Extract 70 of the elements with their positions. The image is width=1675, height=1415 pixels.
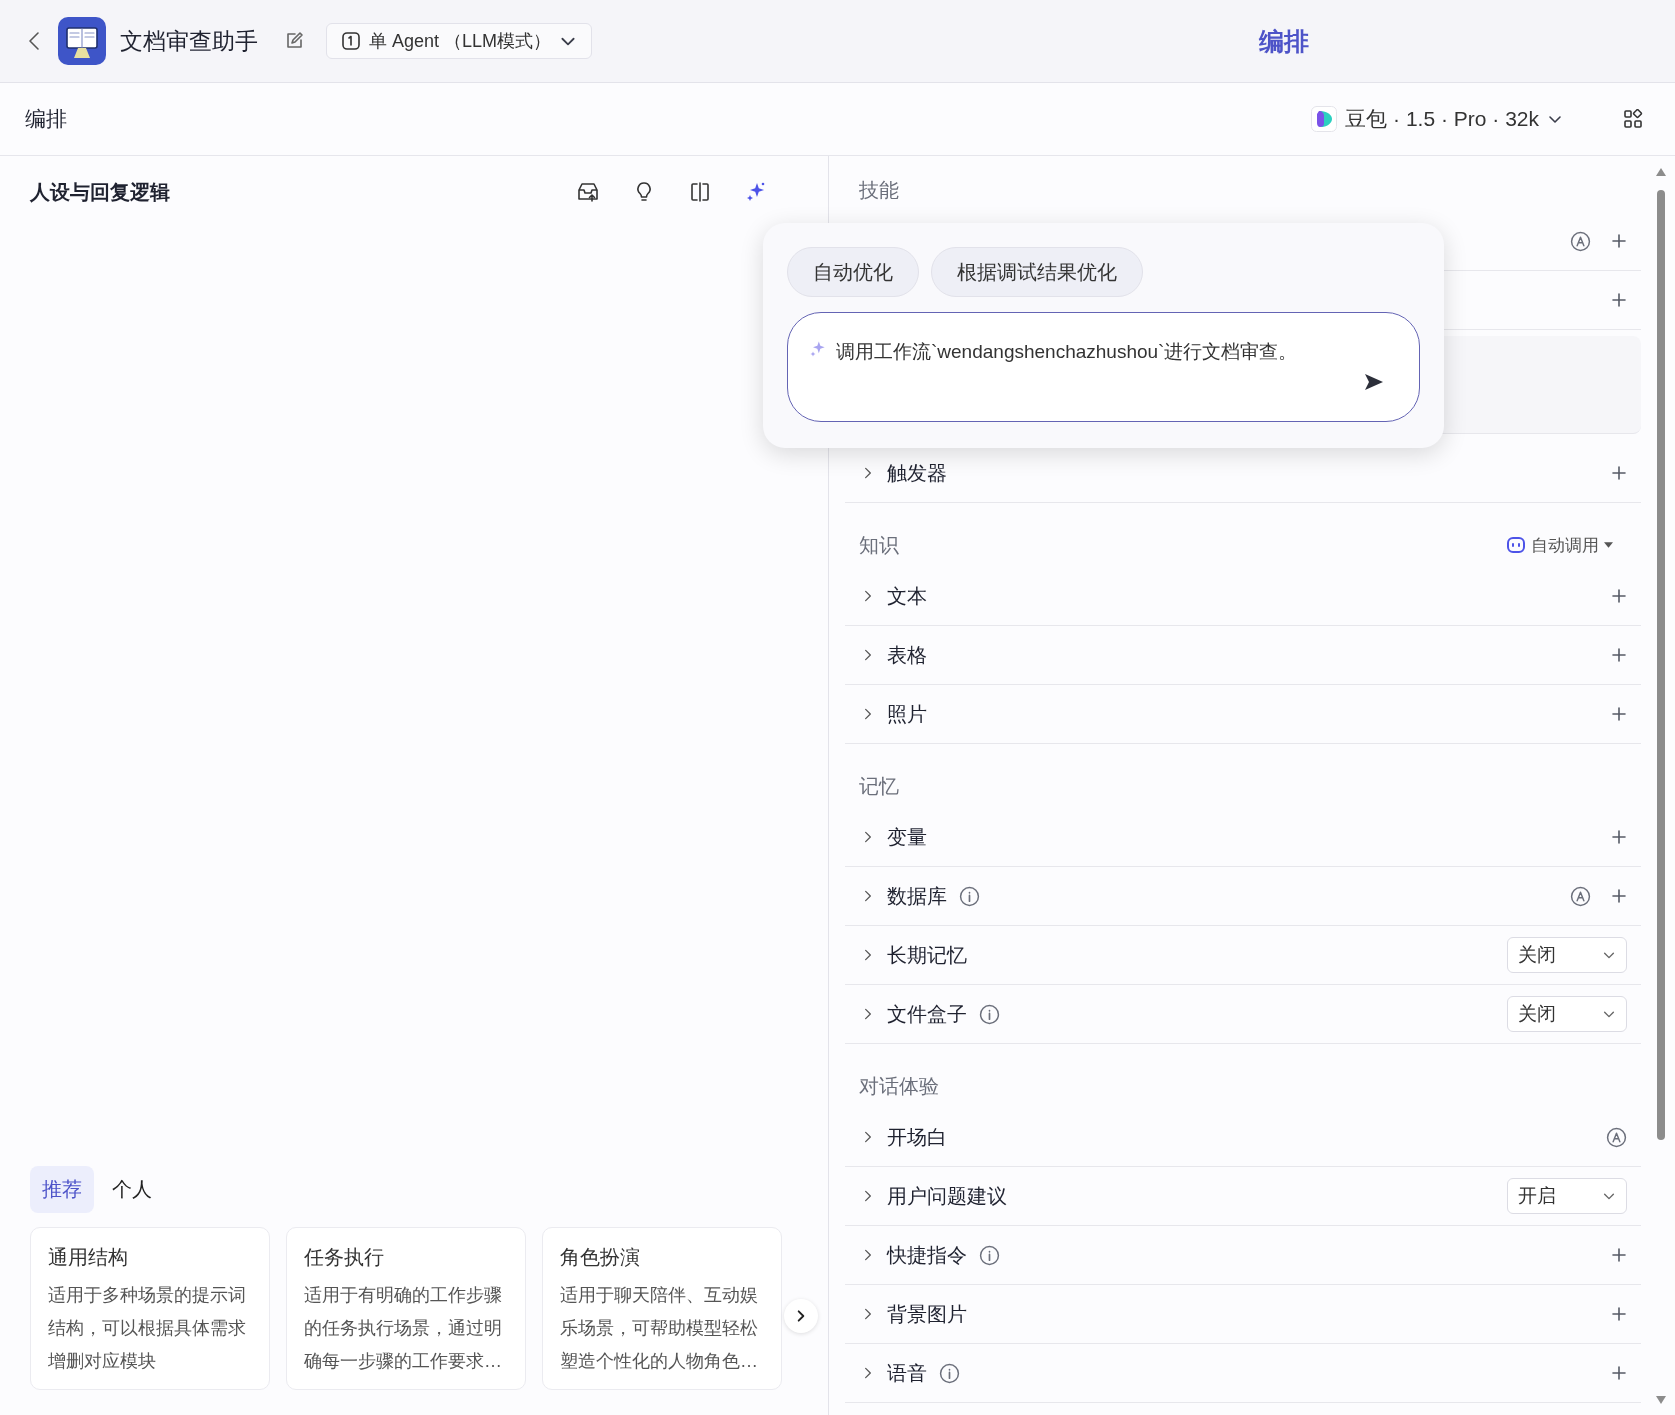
row-label: 表格 xyxy=(887,642,927,668)
template-card[interactable]: 通用结构 适用于多种场景的提示词结构，可以根据具体需求增删对应模块 xyxy=(30,1227,270,1390)
row-label: 开场白 xyxy=(887,1124,947,1150)
select-dropdown[interactable]: 关闭 xyxy=(1507,937,1627,973)
add-icon[interactable] xyxy=(1611,233,1627,249)
layout-grid-icon[interactable] xyxy=(1623,109,1643,129)
info-icon[interactable] xyxy=(979,1003,1000,1025)
auto-call-dropdown[interactable]: 自动调用 xyxy=(1506,533,1613,557)
section-heading: 知识 xyxy=(859,532,899,558)
model-selector[interactable]: 豆包 · 1.5 · Pro · 32k xyxy=(1311,105,1563,133)
add-icon[interactable] xyxy=(1611,888,1627,904)
next-button[interactable] xyxy=(784,1299,818,1333)
edit-icon[interactable] xyxy=(284,31,304,51)
row-label: 背景图片 xyxy=(887,1301,967,1327)
agent-mode-icon xyxy=(341,31,361,51)
add-icon[interactable] xyxy=(1611,1306,1627,1322)
caret-down-icon xyxy=(1604,542,1613,548)
auto-icon[interactable] xyxy=(1570,230,1591,252)
robot-icon xyxy=(1506,535,1526,555)
card-title: 任务执行 xyxy=(304,1245,385,1270)
info-icon[interactable] xyxy=(979,1244,1000,1266)
model-logo-icon xyxy=(1311,106,1338,132)
select-dropdown[interactable]: 关闭 xyxy=(1507,996,1627,1032)
add-icon[interactable] xyxy=(1611,588,1627,604)
row-label: 照片 xyxy=(887,701,927,727)
app-logo-icon xyxy=(58,17,106,65)
mode-dropdown[interactable]: 单 Agent （LLM模式） xyxy=(326,23,593,59)
template-card[interactable]: 任务执行 适用于有明确的工作步骤的任务执行场景，通过明确每一步骤的工作要求… xyxy=(286,1227,526,1390)
row-label: 变量 xyxy=(887,824,927,850)
row-label: 文本 xyxy=(887,583,927,609)
add-icon[interactable] xyxy=(1611,829,1627,845)
card-description: 适用于有明确的工作步骤的任务执行场景，通过明确每一步骤的工作要求… xyxy=(304,1284,503,1373)
section-heading: 技能 xyxy=(859,177,899,203)
option-chip[interactable]: 自动优化 xyxy=(787,247,919,297)
card-title: 角色扮演 xyxy=(560,1245,641,1270)
add-icon[interactable] xyxy=(1611,706,1627,722)
panel-title: 人设与回复逻辑 xyxy=(30,179,170,205)
row-label: 文件盒子 xyxy=(887,1001,967,1027)
select-dropdown[interactable]: 开启 xyxy=(1507,1178,1627,1214)
card-title: 通用结构 xyxy=(48,1245,129,1270)
template-card[interactable]: 角色扮演 适用于聊天陪伴、互动娱乐场景，可帮助模型轻松塑造个性化的人物角色… xyxy=(542,1227,782,1390)
row-label: 长期记忆 xyxy=(887,942,967,968)
info-icon[interactable] xyxy=(939,1362,960,1384)
section-heading: 对话体验 xyxy=(859,1073,939,1099)
row-label: 语音 xyxy=(887,1360,927,1386)
template-tab[interactable]: 推荐 xyxy=(30,1166,94,1213)
add-icon[interactable] xyxy=(1611,1365,1627,1381)
row-label: 快捷指令 xyxy=(887,1242,967,1268)
row-label: 触发器 xyxy=(887,460,947,486)
view-tab[interactable]: 编排 xyxy=(1259,24,1309,58)
send-icon[interactable] xyxy=(1364,373,1384,391)
inbox-upload-icon[interactable] xyxy=(576,180,600,204)
row-label: 数据库 xyxy=(887,883,947,909)
add-icon[interactable] xyxy=(1611,647,1627,663)
auto-icon[interactable] xyxy=(1570,885,1591,907)
add-icon[interactable] xyxy=(1611,292,1627,308)
row-label: 用户问题建议 xyxy=(887,1183,1007,1209)
card-description: 适用于聊天陪伴、互动娱乐场景，可帮助模型轻松塑造个性化的人物角色… xyxy=(560,1284,759,1373)
template-tab[interactable]: 个人 xyxy=(100,1166,164,1213)
info-icon[interactable] xyxy=(959,885,980,907)
section-heading: 记忆 xyxy=(859,773,899,799)
card-description: 适用于多种场景的提示词结构，可以根据具体需求增删对应模块 xyxy=(48,1284,247,1373)
auto-icon[interactable] xyxy=(1606,1126,1627,1148)
option-chip[interactable]: 根据调试结果优化 xyxy=(931,247,1143,297)
section-title: 编排 xyxy=(25,106,67,132)
add-icon[interactable] xyxy=(1611,465,1627,481)
add-icon[interactable] xyxy=(1611,1247,1627,1263)
split-view-icon[interactable] xyxy=(688,180,712,204)
prompt-input[interactable]: 调用工作流`wendangshenchazhushou`进行文档审查。 xyxy=(787,312,1420,422)
app-title: 文档审查助手 xyxy=(120,26,258,56)
